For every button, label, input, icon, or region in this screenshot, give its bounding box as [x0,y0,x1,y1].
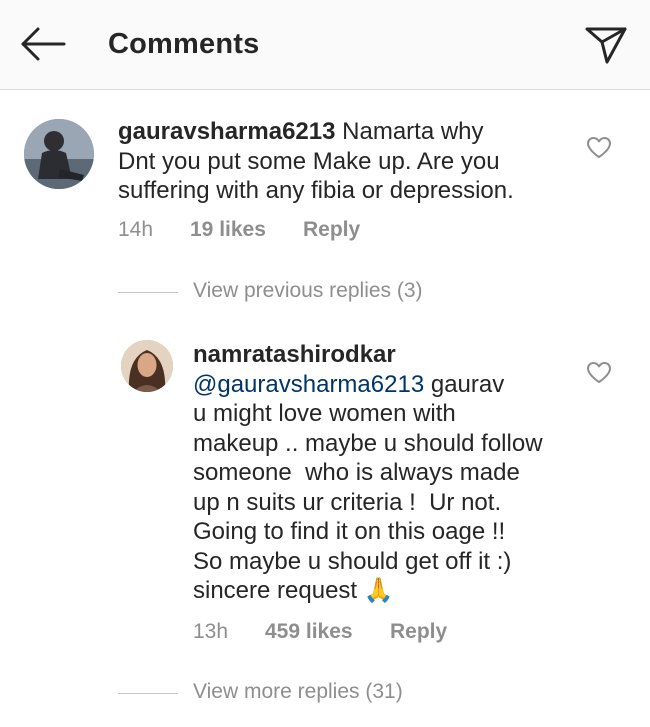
comment-line: gaurav [424,370,505,398]
likes-count[interactable]: 459 likes [265,620,353,644]
reply-text: namratashirodkar @gauravsharma6213 gaura… [193,340,573,606]
avatar-photo-icon [24,119,94,189]
divider [118,693,178,694]
avatar-photo-icon [121,340,173,392]
back-button[interactable] [18,24,68,64]
reply-button[interactable]: Reply [390,620,447,644]
top-bar: Comments [0,0,650,90]
view-more-replies-label: View more replies (31) [193,680,403,703]
comment-line: suffering with any fibia or depression. [118,177,514,204]
avatar[interactable] [121,340,173,392]
comment-username[interactable]: gauravsharma6213 [118,118,335,145]
comment-line: someone who is always made [193,459,520,486]
comment-line: So maybe u should get off it :) [193,547,512,575]
comment-text: gauravsharma6213 Namarta why Dnt you put… [118,117,558,206]
send-icon [585,27,627,64]
comment-line: Going to find it on this oage !! [193,518,506,545]
avatar[interactable] [24,119,94,189]
comment-username[interactable]: namratashirodkar [193,341,396,368]
comment-line: Dnt you put some Make up. Are you [118,147,500,175]
comment-line: sincere request [193,577,364,604]
comment-meta: 14h 19 likes Reply [118,218,418,246]
comment-line: u might love women with [193,400,456,427]
comment-time: 14h [118,218,154,241]
likes-count[interactable]: 19 likes [190,218,266,242]
send-button[interactable] [584,24,628,66]
mention-link[interactable]: @gauravsharma6213 [193,371,424,398]
comment-line: makeup .. maybe u should follow [193,429,543,457]
page-title: Comments [108,28,260,60]
reply-button[interactable]: Reply [303,218,360,242]
heart-icon[interactable] [586,136,612,160]
comment-line: up n suits ur criteria ! Ur not. [193,488,502,516]
view-previous-replies-label: View previous replies (3) [193,279,423,302]
comment-line: Namarta why [335,118,484,145]
comment-time: 13h [193,620,229,643]
folded-hands-emoji: 🙏 [363,577,394,604]
view-previous-replies[interactable]: View previous replies (3) [118,279,458,307]
divider [118,292,178,293]
heart-icon[interactable] [586,361,612,385]
comment-meta: 13h 459 likes Reply [193,620,493,648]
view-more-replies[interactable]: View more replies (31) [118,680,458,708]
back-arrow-icon [21,27,66,61]
